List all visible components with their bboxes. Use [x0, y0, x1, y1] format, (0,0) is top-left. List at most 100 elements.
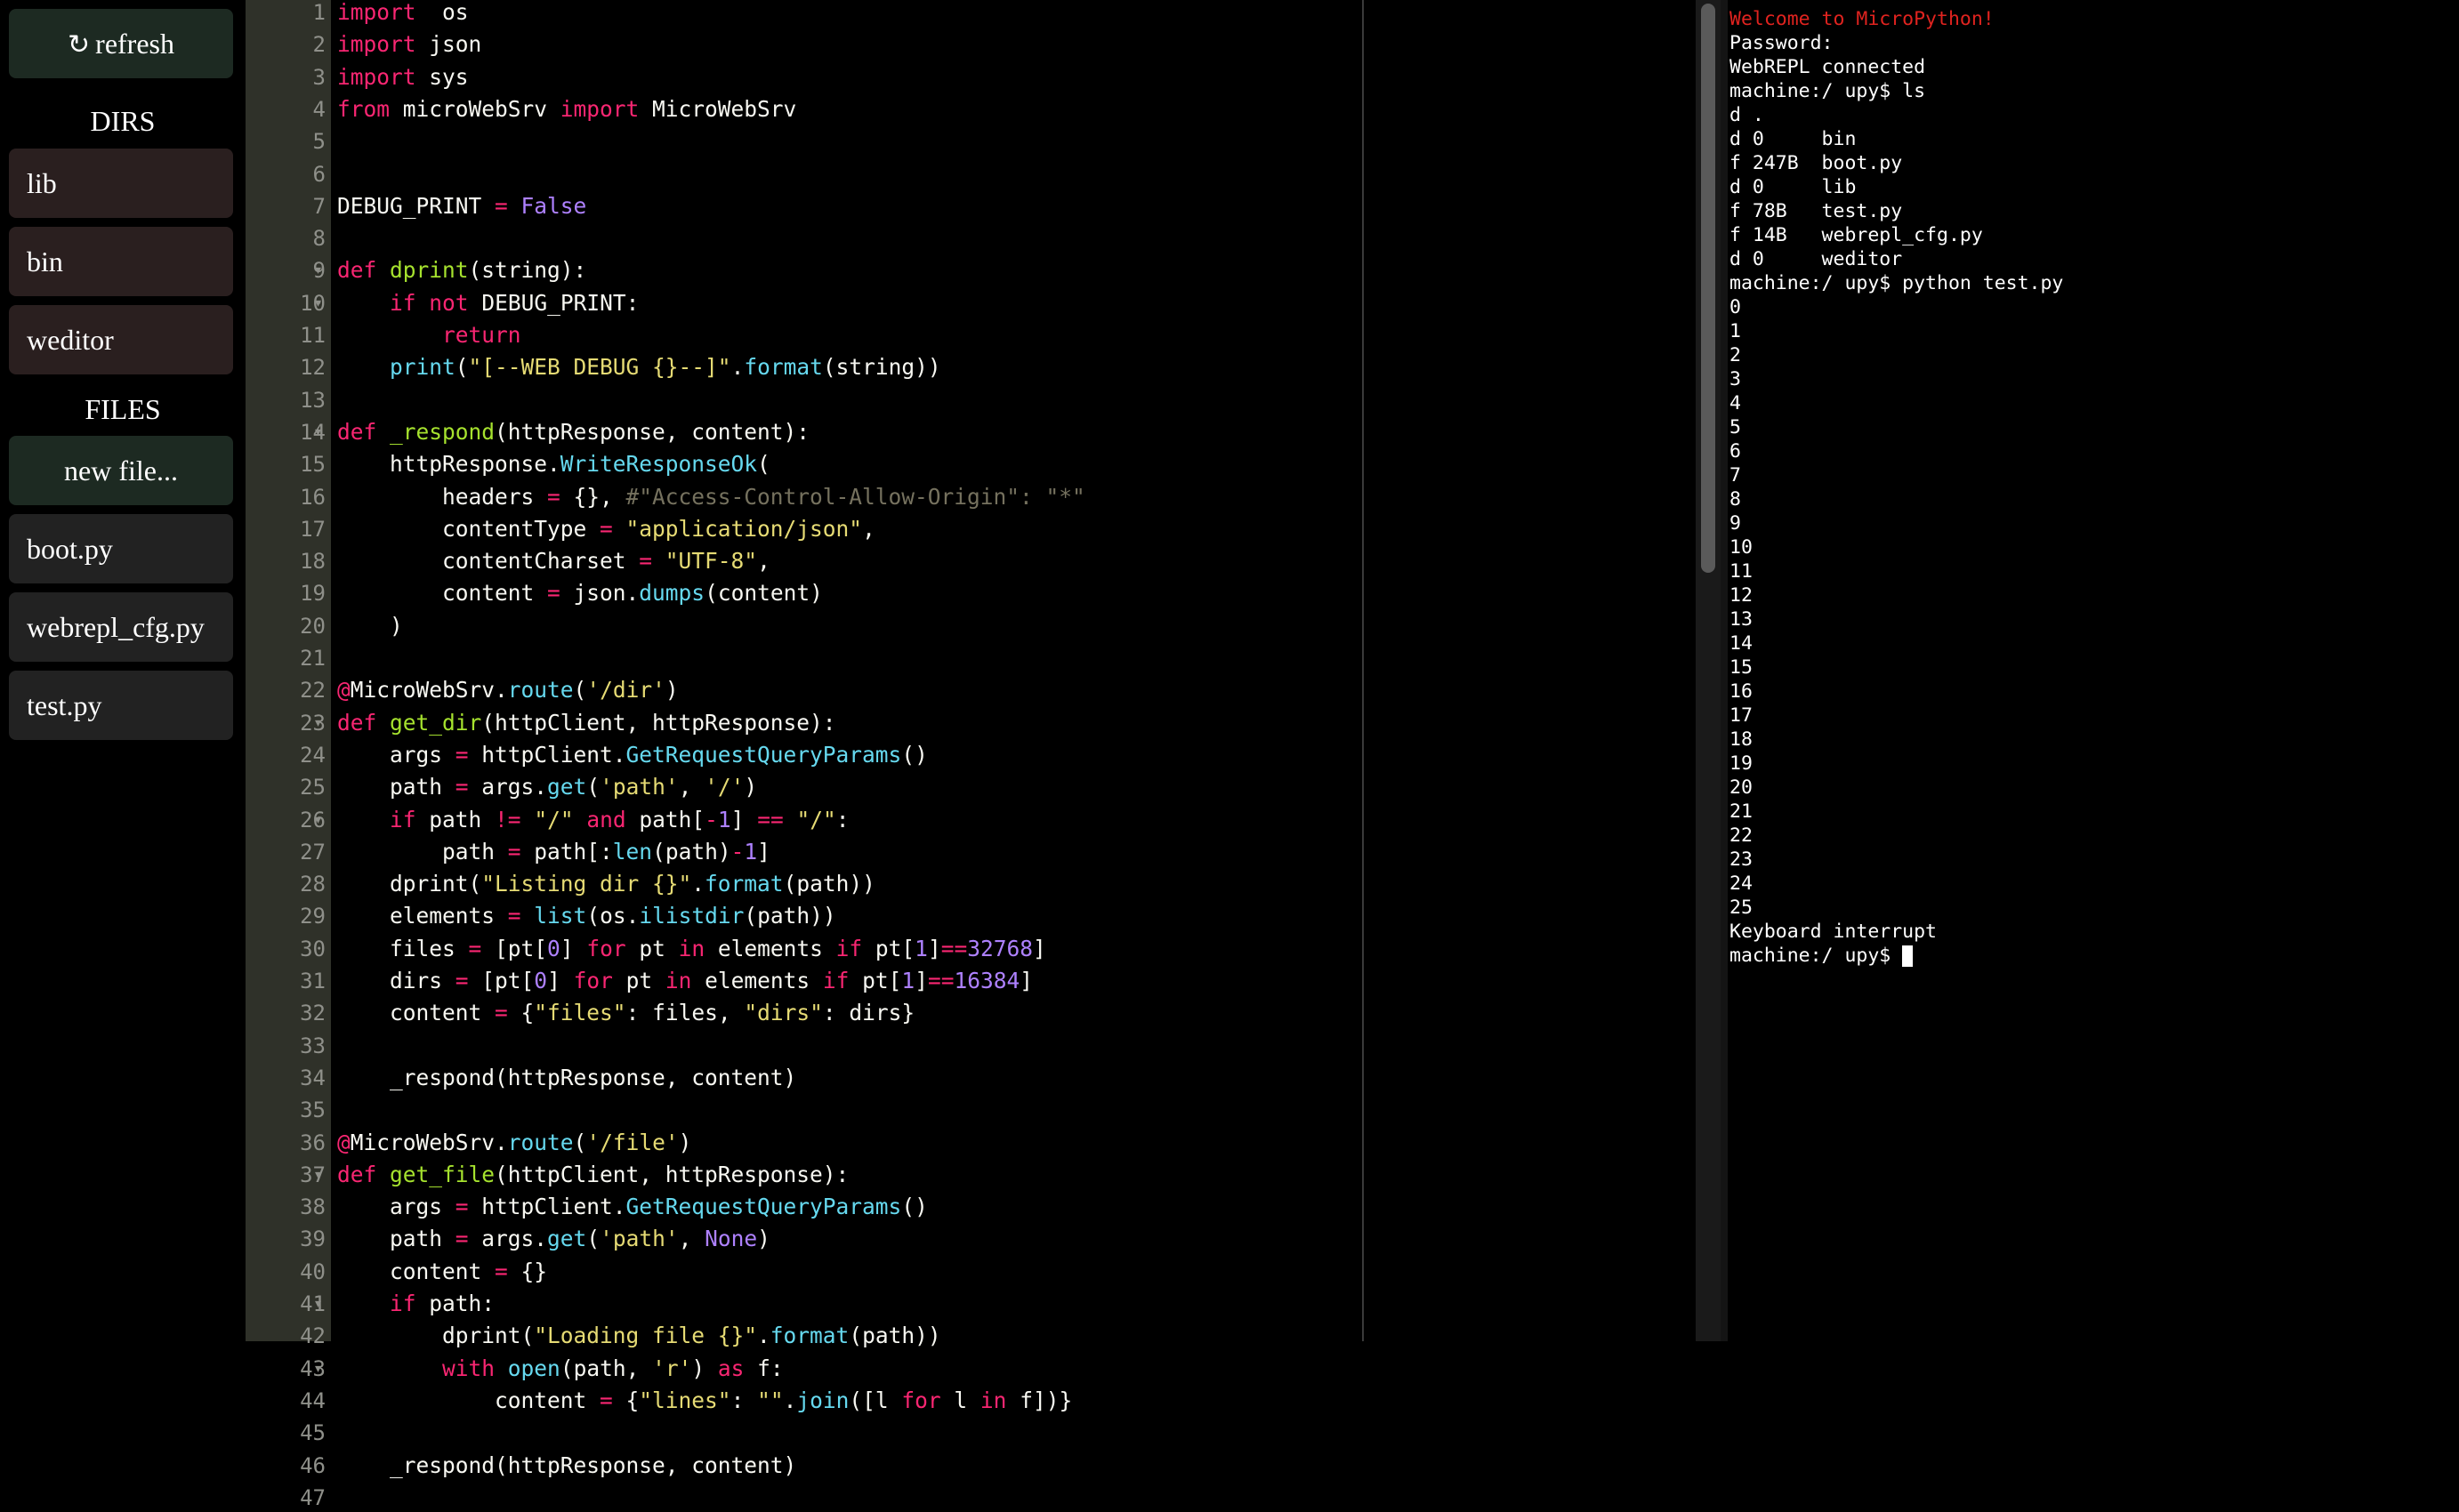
webrepl-terminal[interactable]: Welcome to MicroPython! Password: WebREPL …: [1729, 7, 2441, 1332]
terminal-line: Keyboard interrupt: [1729, 921, 1937, 943]
code-token: "dirs": [744, 1000, 823, 1026]
code-token: !=: [495, 806, 521, 832]
code-token: l: [940, 1387, 980, 1413]
refresh-button[interactable]: ↻ refresh: [9, 9, 233, 78]
fold-toggle-icon[interactable]: ▾: [315, 1290, 327, 1318]
code-token: ]: [915, 968, 928, 993]
code-token: httpClient.: [468, 1194, 626, 1220]
code-line: import json: [337, 30, 481, 59]
code-token: 'path': [600, 1226, 679, 1252]
code-token: (path,: [560, 1355, 653, 1381]
code-token: (path)): [849, 1323, 941, 1349]
file-item-test[interactable]: test.py: [9, 671, 233, 740]
code-token: _respond(httpResponse, content): [337, 1064, 797, 1090]
terminal-line: 4: [1729, 392, 1741, 414]
code-token: =: [600, 1387, 613, 1413]
code-token: .: [757, 1323, 770, 1349]
line-number: 6: [312, 161, 326, 187]
file-item-boot[interactable]: boot.py: [9, 514, 233, 583]
code-token: contentCharset: [337, 548, 640, 575]
code-token: "files": [534, 1000, 626, 1026]
code-token: : dirs}: [822, 1000, 915, 1026]
code-token: path: [337, 1226, 456, 1252]
terminal-line: 19: [1729, 752, 1753, 775]
fold-toggle-icon[interactable]: ▾: [315, 709, 327, 737]
code-token: content: [337, 1000, 496, 1026]
code-token: route: [507, 1129, 574, 1155]
code-token: from: [337, 95, 391, 122]
line-number: 47: [300, 1484, 326, 1510]
code-token: import: [560, 95, 640, 122]
code-token: (path)): [783, 871, 875, 897]
code-token: get_dir: [390, 709, 482, 736]
line-number: 37: [300, 1162, 326, 1187]
code-token: 1: [744, 838, 758, 865]
code-line: args = httpClient.GetRequestQueryParams(…: [337, 741, 928, 769]
code-token: ]: [757, 838, 770, 865]
terminal-line: 20: [1729, 776, 1753, 799]
code-line: @MicroWebSrv.route('/file'): [337, 1129, 691, 1157]
line-number: 35: [300, 1098, 326, 1123]
code-token: =: [455, 1226, 469, 1252]
dir-item-lib[interactable]: lib: [9, 149, 233, 218]
code-token: pt[: [862, 935, 915, 961]
code-token: @: [337, 677, 351, 704]
code-line: contentCharset = "UTF-8",: [337, 547, 770, 575]
code-token: : files,: [625, 1000, 745, 1026]
file-item-webrepl-cfg[interactable]: webrepl_cfg.py: [9, 592, 233, 662]
code-token: content: [337, 1258, 496, 1284]
code-token: dumps: [639, 580, 705, 607]
code-token: 16384: [954, 968, 1020, 993]
line-number: 16: [300, 484, 326, 510]
code-token: "UTF-8": [665, 548, 758, 575]
fold-toggle-icon[interactable]: ▾: [315, 418, 327, 446]
terminal-line: 17: [1729, 704, 1753, 727]
code-token: route: [507, 677, 574, 704]
terminal-line: 15: [1729, 656, 1753, 679]
dir-item-weditor[interactable]: weditor: [9, 305, 233, 374]
code-token: #"Access-Control-Allow-Origin": "*": [625, 483, 1085, 510]
code-line: args = httpClient.GetRequestQueryParams(…: [337, 1193, 928, 1221]
new-file-button[interactable]: new file...: [9, 436, 233, 505]
code-token: for: [901, 1387, 941, 1413]
code-token: path: [337, 774, 456, 800]
code-token: :: [835, 806, 850, 832]
terminal-line: 8: [1729, 488, 1741, 511]
code-token: elements: [705, 935, 836, 961]
code-token: (httpResponse, content):: [495, 418, 810, 445]
code-token: "": [757, 1387, 784, 1413]
refresh-label: refresh: [95, 28, 174, 60]
dir-item-bin[interactable]: bin: [9, 227, 233, 296]
terminal-line: 21: [1729, 800, 1753, 823]
fold-toggle-icon[interactable]: ▾: [315, 1161, 327, 1189]
line-number: 20: [300, 613, 326, 639]
code-token: headers: [337, 483, 548, 510]
fold-toggle-icon[interactable]: ▾: [315, 1355, 327, 1383]
code-token: (: [573, 677, 587, 704]
code-token: in: [678, 935, 705, 961]
terminal-line: 5: [1729, 416, 1741, 438]
code-line: path = path[:len(path)-1]: [337, 838, 770, 866]
code-token: '/': [705, 774, 745, 800]
code-token: ==: [757, 806, 784, 832]
terminal-line: d 0 bin: [1729, 128, 1857, 150]
code-token: =: [455, 968, 469, 993]
code-line: return: [337, 321, 521, 350]
code-token: get: [547, 774, 587, 800]
code-token: pt: [612, 968, 665, 993]
fold-toggle-icon[interactable]: ▾: [315, 256, 327, 285]
code-token: import: [337, 0, 416, 25]
terminal-prompt-line[interactable]: machine:/ upy$: [1729, 944, 2441, 968]
fold-toggle-icon[interactable]: ▾: [315, 289, 327, 318]
code-line: def get_dir(httpClient, httpResponse):: [337, 709, 836, 737]
code-token: 1: [901, 968, 915, 993]
fold-toggle-icon[interactable]: ▾: [315, 806, 327, 834]
editor-scrollbar-thumb[interactable]: [1701, 4, 1715, 573]
code-token: ): [678, 1129, 692, 1155]
